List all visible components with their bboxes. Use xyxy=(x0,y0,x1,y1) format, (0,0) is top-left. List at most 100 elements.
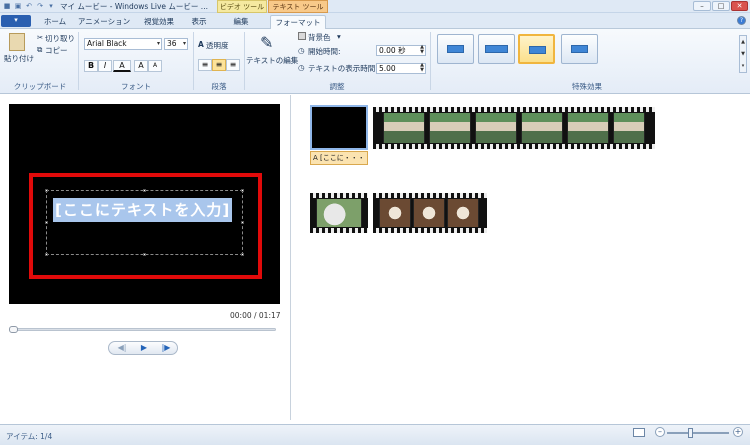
bg-color-button[interactable]: 背景色 xyxy=(308,32,331,43)
title-bar: ■ ▣ ↶ ↷ ▾ マイ ムービー - Windows Live ムービー ..… xyxy=(0,0,750,13)
tab-format[interactable]: フォーマット xyxy=(270,15,326,29)
font-family-select[interactable]: Arial Black ▾ xyxy=(84,38,162,50)
video-clip-3[interactable] xyxy=(373,193,487,233)
seek-thumb[interactable] xyxy=(9,326,18,333)
clipboard-group-label: クリップボード xyxy=(13,82,67,91)
undo-icon[interactable]: ↶ xyxy=(25,2,33,10)
title-clip[interactable] xyxy=(310,105,368,150)
film-perforation xyxy=(310,228,368,233)
clip-thumbnail xyxy=(316,199,362,227)
start-time-input[interactable]: 0.00 秒 ▲ ▼ xyxy=(376,45,426,56)
cut-icon[interactable]: ✂ xyxy=(37,33,43,42)
italic-button[interactable]: I xyxy=(98,60,112,72)
save-icon[interactable]: ▣ xyxy=(14,2,22,10)
help-icon[interactable]: ? xyxy=(737,16,746,25)
chevron-down-icon: ▾ xyxy=(156,40,160,47)
clip-thumbnail xyxy=(447,199,479,227)
align-right-button[interactable]: ≡ xyxy=(226,59,240,71)
paste-icon[interactable] xyxy=(9,33,25,51)
video-clip-2[interactable] xyxy=(310,193,368,233)
shrink-font-button[interactable]: A xyxy=(148,60,162,72)
effect-fly-in[interactable] xyxy=(437,34,474,64)
transparency-icon[interactable]: A xyxy=(198,40,204,49)
transparency-button[interactable]: 透明度 xyxy=(206,40,229,51)
duration-input[interactable]: 5.00 ▲ ▼ xyxy=(376,63,426,74)
duration-label: テキストの表示時間: xyxy=(308,64,378,73)
window-title: マイ ムービー - Windows Live ムービー ... xyxy=(60,2,208,11)
start-time-icon: ◷ xyxy=(298,46,305,55)
maximize-button[interactable]: □ xyxy=(712,1,730,11)
clip-thumbnail xyxy=(383,113,425,143)
minimize-button[interactable]: – xyxy=(693,1,711,11)
group-separator xyxy=(78,32,79,90)
effect-preview-icon xyxy=(447,45,464,53)
tab-edit[interactable]: 編集 xyxy=(222,15,260,29)
effect-stretch[interactable] xyxy=(518,34,555,64)
font-size-select[interactable]: 36 ▾ xyxy=(164,38,188,50)
align-left-button[interactable]: ≡ xyxy=(198,59,212,71)
file-menu-button[interactable]: ▾ xyxy=(1,15,31,27)
grow-font-button[interactable]: A xyxy=(134,60,148,72)
customize-icon[interactable]: ▾ xyxy=(47,2,55,10)
effect-zoom[interactable] xyxy=(478,34,515,64)
video-tools-context: ビデオ ツール xyxy=(217,0,267,13)
film-perforation xyxy=(373,193,487,198)
effect-preview-icon xyxy=(529,46,546,54)
copy-icon[interactable]: ⧉ xyxy=(37,45,42,55)
bg-color-icon[interactable] xyxy=(298,32,306,40)
edit-text-icon[interactable]: ✎ xyxy=(260,33,273,52)
adjust-group-label: 調整 xyxy=(329,82,345,91)
start-time-label: 開始時間: xyxy=(308,47,341,56)
film-perforation xyxy=(373,228,487,233)
cut-button[interactable]: 切り取り xyxy=(45,33,75,44)
storyboard-view-icon[interactable] xyxy=(633,428,645,437)
spinner-icon[interactable]: ▲ ▼ xyxy=(420,63,424,73)
tab-visual-effects[interactable]: 視覚効果 xyxy=(134,15,184,29)
zoom-in-button[interactable]: + xyxy=(733,427,743,437)
play-button[interactable]: ▶ xyxy=(133,342,155,354)
item-count: アイテム: 1/4 xyxy=(6,432,53,441)
font-color-button[interactable]: A xyxy=(113,60,131,72)
effects-group-label: 特殊効果 xyxy=(572,82,602,91)
app-menu-icon[interactable]: ■ xyxy=(3,2,11,10)
video-clip-1[interactable] xyxy=(373,107,655,149)
zoom-slider[interactable] xyxy=(667,432,729,434)
close-button[interactable]: ✕ xyxy=(731,1,748,11)
redo-icon[interactable]: ↷ xyxy=(36,2,44,10)
clip-thumbnail xyxy=(379,199,411,227)
font-group-label: フォント xyxy=(121,82,151,91)
clip-thumbnail xyxy=(613,113,645,143)
tab-animation[interactable]: アニメーション xyxy=(74,15,134,29)
previous-frame-button[interactable]: ◀| xyxy=(111,342,133,354)
edit-text-button[interactable]: テキストの編集 xyxy=(246,55,298,66)
clip-thumbnail xyxy=(429,113,471,143)
bold-button[interactable]: B xyxy=(84,60,98,72)
zoom-out-button[interactable]: – xyxy=(655,427,665,437)
film-perforation xyxy=(373,107,655,112)
effect-scroll[interactable] xyxy=(561,34,598,64)
effect-preview-icon xyxy=(485,45,508,53)
playback-time: 00:00 / 01:17 xyxy=(230,311,281,320)
copy-button[interactable]: コピー xyxy=(45,45,68,56)
duration-icon: ◷ xyxy=(298,63,305,72)
tab-home[interactable]: ホーム xyxy=(36,15,74,29)
chevron-down-icon[interactable]: ▾ xyxy=(337,32,341,41)
next-frame-button[interactable]: |▶ xyxy=(155,342,177,354)
caption-chip[interactable]: A [ここに・・・ xyxy=(310,151,368,165)
ribbon: 貼り付け ✂ 切り取り ⧉ コピー クリップボード Arial Black ▾ 3… xyxy=(0,29,750,94)
text-tools-context: テキスト ツール xyxy=(268,0,328,13)
spinner-icon[interactable]: ▲ ▼ xyxy=(420,45,424,55)
effects-gallery-scroll[interactable]: ▲ ▼ ▾ xyxy=(739,35,747,73)
seek-bar[interactable] xyxy=(11,328,276,331)
start-time-value: 0.00 秒 xyxy=(379,46,406,55)
paste-button[interactable]: 貼り付け xyxy=(4,53,34,64)
group-separator xyxy=(430,32,431,90)
duration-value: 5.00 xyxy=(379,64,396,73)
playback-controls: ◀| ▶ |▶ xyxy=(108,341,178,355)
clip-thumbnail xyxy=(475,113,517,143)
group-separator xyxy=(244,32,245,90)
zoom-slider-thumb[interactable] xyxy=(688,428,693,438)
font-family-value: Arial Black xyxy=(87,39,127,48)
align-center-button[interactable]: ≡ xyxy=(212,59,226,71)
tab-view[interactable]: 表示 xyxy=(184,15,214,29)
